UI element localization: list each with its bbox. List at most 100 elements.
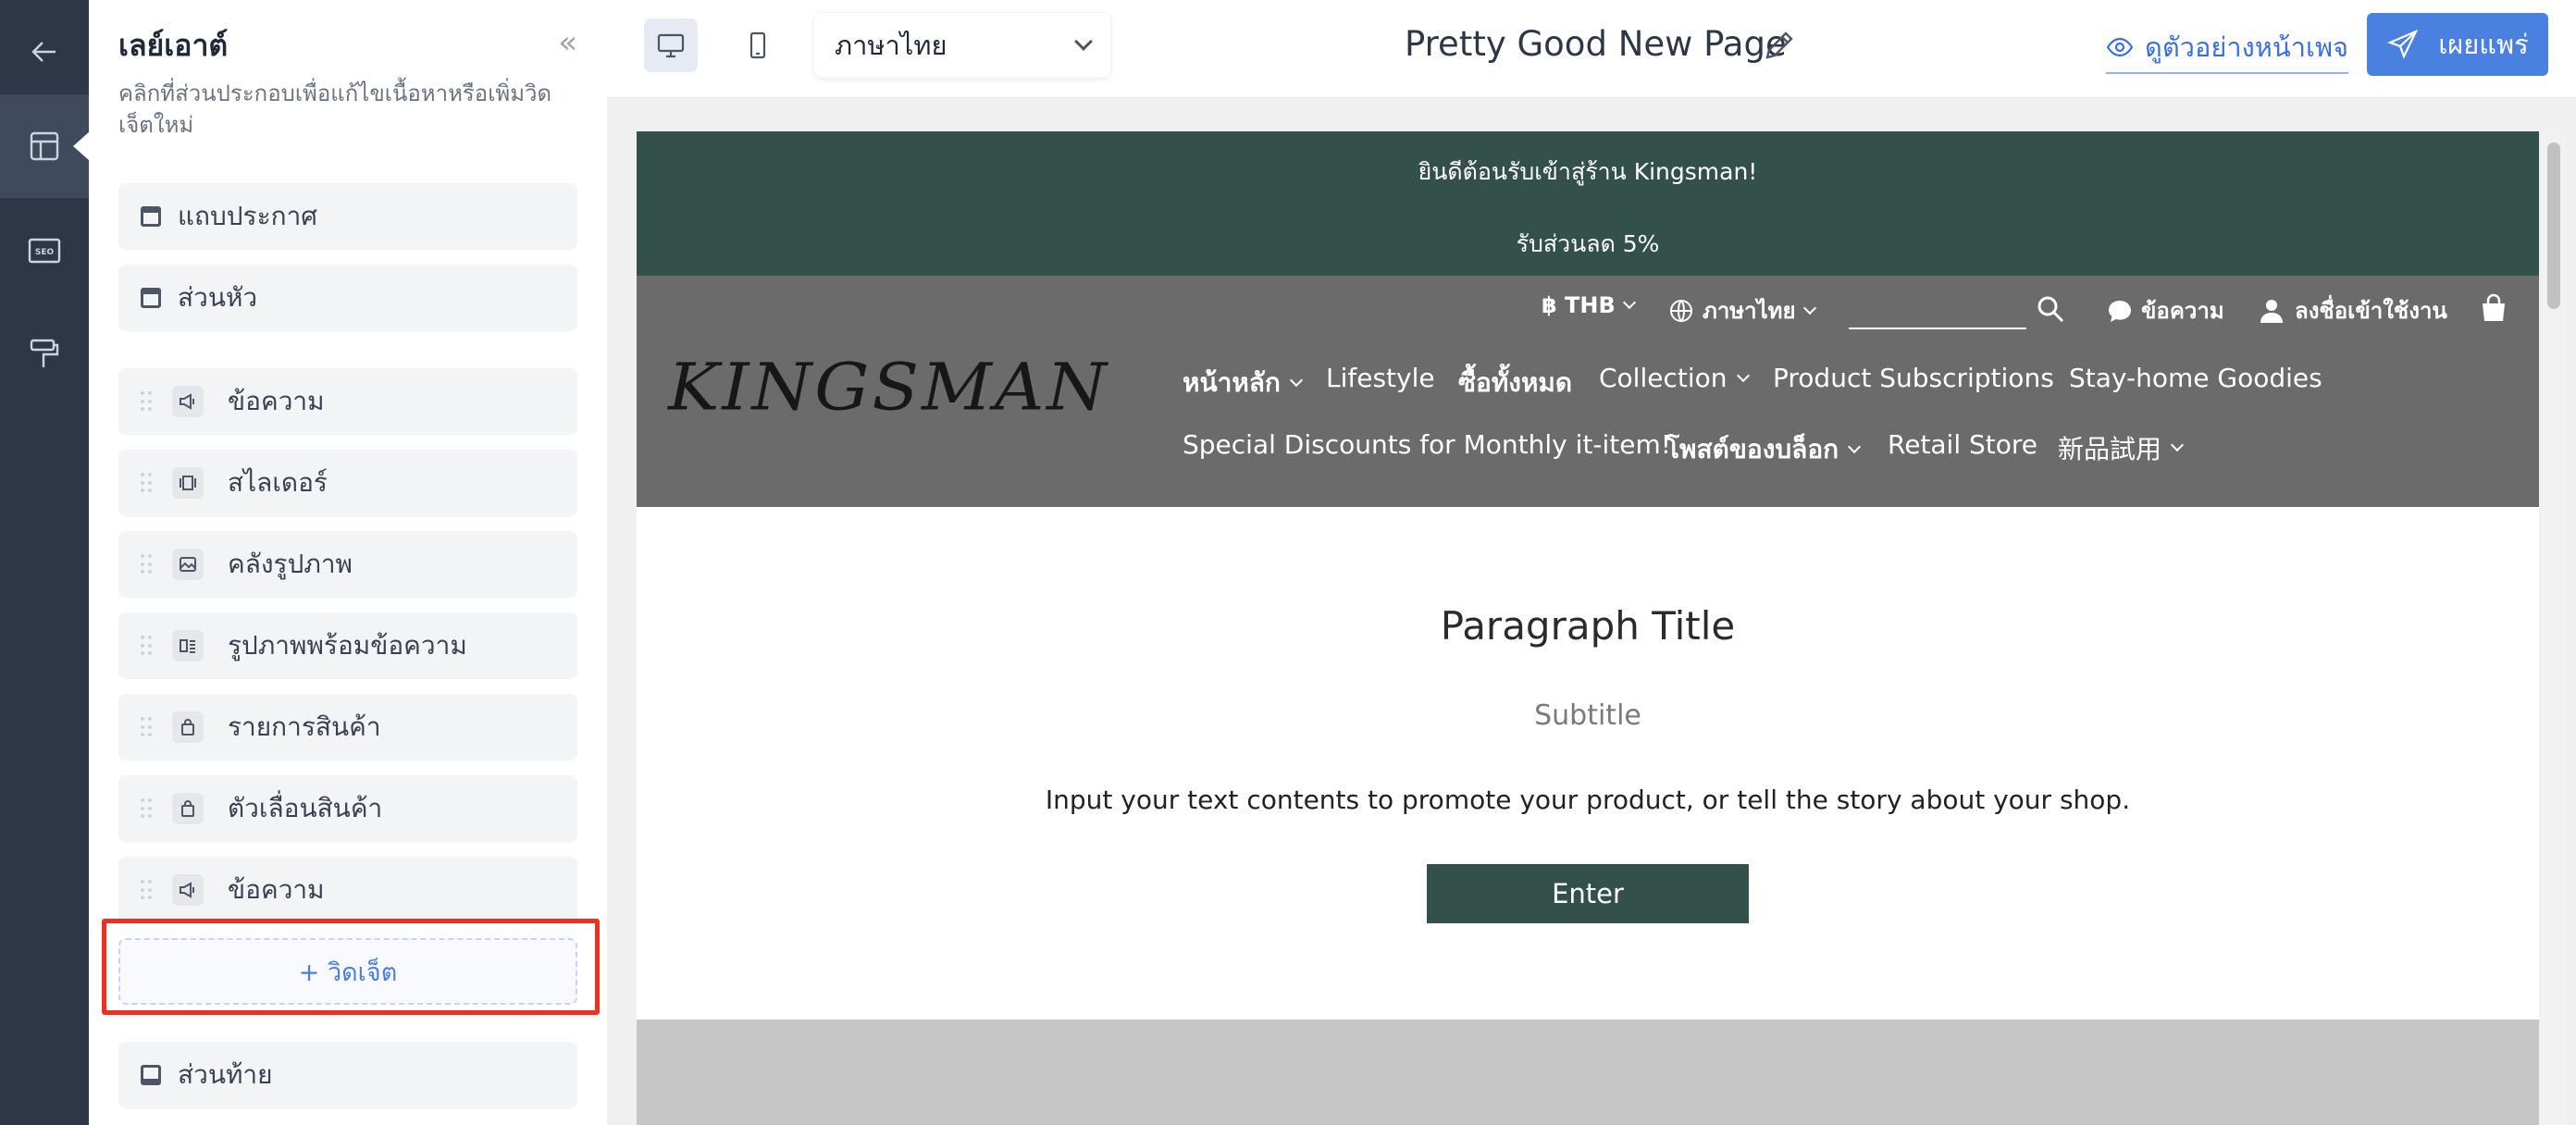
- drag-handle-icon[interactable]: [141, 880, 152, 900]
- seo-tab[interactable]: SEO: [0, 198, 89, 302]
- desktop-view-button[interactable]: [644, 19, 698, 72]
- section-label: ส่วนท้าย: [178, 1059, 273, 1090]
- svg-text:SEO: SEO: [35, 248, 55, 257]
- paragraph-body: Input your text contents to promote your…: [1045, 785, 2131, 815]
- footer-section[interactable]: ส่วนท้าย: [118, 1042, 577, 1108]
- nav-label: Retail Store: [1888, 429, 2038, 460]
- scrollbar-thumb[interactable]: [2547, 142, 2560, 309]
- nav-special-discounts[interactable]: Special Discounts for Monthly it-item!: [1183, 429, 1671, 460]
- nav-lifestyle[interactable]: Lifestyle: [1326, 363, 1435, 393]
- drag-handle-icon[interactable]: [141, 473, 152, 493]
- preview-label: ดูตัวอย่างหน้าเพจ: [2145, 31, 2349, 63]
- nav-label: 新品試用: [2058, 434, 2162, 464]
- add-widget-button[interactable]: + วิดเจ็ต: [118, 938, 577, 1005]
- mobile-view-button[interactable]: [731, 19, 785, 72]
- mobile-icon: [749, 31, 766, 59]
- megaphone-icon: [172, 386, 204, 417]
- language-select[interactable]: ภาษาไทย: [814, 13, 1110, 78]
- publish-button[interactable]: เผยแพร่: [2367, 13, 2548, 76]
- nav-label: ซื้อทั้งหมด: [1458, 367, 1573, 398]
- layout-tab[interactable]: [0, 94, 90, 198]
- layout-icon: [30, 131, 59, 161]
- shopping-bag-icon[interactable]: [2478, 292, 2509, 324]
- window-icon: [141, 206, 161, 227]
- image-text-icon: [172, 630, 204, 661]
- widget-item-product-list[interactable]: รายการสินค้า: [118, 694, 577, 760]
- nav-label: โพสต์ของบล็อก: [1666, 434, 1839, 464]
- panel-description: คลิกที่ส่วนประกอบเพื่อแก้ไขเนื้อหาหรือเพ…: [118, 80, 552, 138]
- search-input[interactable]: [1849, 328, 2026, 329]
- widget-label: รายการสินค้า: [228, 711, 381, 742]
- chevron-down-icon: [1802, 301, 1816, 315]
- widget-item-gallery[interactable]: คลังรูปภาพ: [118, 531, 577, 598]
- window-icon: [141, 288, 161, 308]
- nav-home[interactable]: หน้าหลัก: [1183, 363, 1303, 403]
- enter-button[interactable]: Enter: [1427, 864, 1749, 923]
- nav-new-trial[interactable]: 新品試用: [2058, 429, 2185, 466]
- nav-stay-home-goodies[interactable]: Stay-home Goodies: [2069, 363, 2322, 393]
- page-title: Pretty Good New Page: [1405, 24, 1787, 64]
- nav-collection[interactable]: Collection: [1599, 363, 1750, 393]
- preview-page-link[interactable]: ดูตัวอย่างหน้าเพจ: [2106, 26, 2349, 74]
- drag-handle-icon[interactable]: [141, 636, 152, 656]
- paragraph-subtitle: Subtitle: [1534, 699, 1641, 732]
- messages-link[interactable]: ข้อความ: [2106, 292, 2224, 328]
- back-button[interactable]: [0, 0, 89, 104]
- nav-label: Stay-home Goodies: [2069, 363, 2322, 393]
- paper-plane-icon: [2387, 29, 2419, 59]
- nav-retail-store[interactable]: Retail Store: [1888, 429, 2037, 460]
- drag-handle-icon[interactable]: [141, 717, 152, 737]
- section-label: แถบประกาศ: [178, 201, 318, 231]
- drag-handle-icon[interactable]: [141, 554, 152, 575]
- widget-label: ข้อความ: [228, 386, 325, 416]
- widget-item-product-slider[interactable]: ตัวเลื่อนสินค้า: [118, 775, 577, 842]
- header-section[interactable]: ส่วนหัว: [118, 265, 577, 331]
- announcement-bar[interactable]: ยินดีต้อนรับเข้าสู่ร้าน Kingsman! รับส่ว…: [637, 131, 2539, 276]
- theme-tab[interactable]: [0, 302, 89, 405]
- widget-label: รูปภาพพร้อมข้อความ: [228, 630, 467, 661]
- paragraph-title: Paragraph Title: [1440, 603, 1736, 649]
- preview-canvas: ยินดีต้อนรับเข้าสู่ร้าน Kingsman! รับส่ว…: [607, 99, 2576, 1125]
- chat-bubble-icon: [2109, 300, 2131, 322]
- preview-scrollbar[interactable]: [2541, 131, 2567, 1125]
- pencil-icon[interactable]: [1760, 28, 1797, 65]
- nav-label: Special Discounts for Monthly it-item!: [1183, 429, 1671, 460]
- chevron-down-icon: [1289, 373, 1303, 388]
- widget-item-text[interactable]: ข้อความ: [118, 368, 577, 435]
- left-rail: SEO: [0, 0, 90, 1125]
- nav-label: Product Subscriptions: [1773, 363, 2054, 393]
- nav-product-subscriptions[interactable]: Product Subscriptions: [1773, 363, 2054, 393]
- store-logo[interactable]: KINGSMAN: [668, 350, 1109, 426]
- user-icon: [2260, 299, 2283, 323]
- login-link[interactable]: ลงชื่อเข้าใช้งาน: [2258, 292, 2447, 328]
- desktop-icon: [657, 33, 685, 58]
- widget-item-slider[interactable]: สไลเดอร์: [118, 450, 577, 516]
- drag-handle-icon[interactable]: [141, 798, 152, 819]
- nav-shop-all[interactable]: ซื้อทั้งหมด: [1458, 363, 1572, 403]
- chevron-down-icon: [1736, 368, 1750, 382]
- currency-selector[interactable]: ฿ THB: [1542, 292, 1636, 318]
- widget-label: สไลเดอร์: [228, 467, 328, 498]
- announcement-line-2: รับส่วนลด 5%: [1516, 230, 1660, 257]
- store-language-selector[interactable]: ภาษาไทย: [1669, 292, 1816, 328]
- window-icon: [141, 1065, 161, 1085]
- drag-handle-icon[interactable]: [141, 391, 152, 412]
- image-icon: [172, 549, 204, 580]
- chevron-down-icon: [2170, 438, 2185, 452]
- search-icon[interactable]: [2036, 294, 2065, 324]
- widget-item-image-text[interactable]: รูปภาพพร้อมข้อความ: [118, 612, 577, 679]
- storefront-preview: ยินดีต้อนรับเข้าสู่ร้าน Kingsman! รับส่ว…: [637, 131, 2539, 1125]
- language-value: ภาษาไทย: [835, 30, 947, 61]
- collapse-panel-icon[interactable]: «: [558, 24, 577, 61]
- widget-item-text-2[interactable]: ข้อความ: [118, 857, 577, 923]
- shopping-bag-icon: [172, 793, 204, 824]
- store-header[interactable]: KINGSMAN ฿ THB ภาษาไทย ข้อความ ลงชื่อเข้…: [637, 276, 2539, 507]
- nav-blog-posts[interactable]: โพสต์ของบล็อก: [1666, 429, 1862, 470]
- top-bar: ภาษาไทย Pretty Good New Page ดูตัวอย่างห…: [607, 0, 2576, 98]
- chevron-down-icon: [1848, 439, 1862, 454]
- panel-title: เลย์เอาต์: [118, 28, 229, 63]
- announcement-bar-section[interactable]: แถบประกาศ: [118, 183, 577, 250]
- section-label: ส่วนหัว: [178, 282, 258, 313]
- currency-value: ฿ THB: [1542, 292, 1616, 318]
- globe-icon: [1670, 299, 1692, 322]
